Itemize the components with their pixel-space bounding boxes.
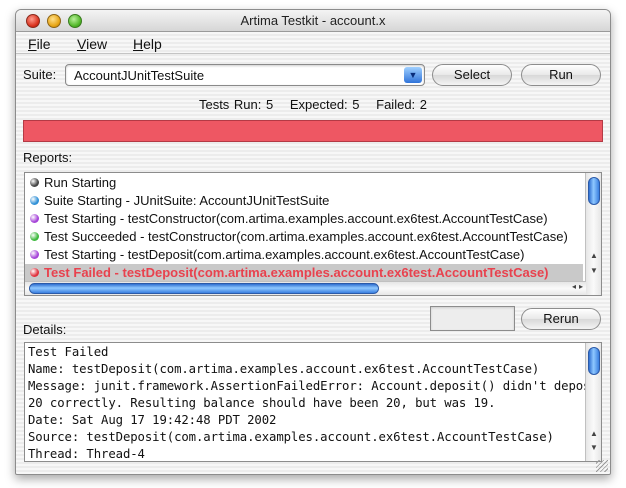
report-row-text: Test Succeeded - testConstructor(com.art… <box>44 229 568 244</box>
scroll-down-arrow-icon[interactable]: ▼ <box>586 443 601 452</box>
run-button[interactable]: Run <box>521 64 601 86</box>
details-vertical-scroll-thumb[interactable] <box>588 347 600 375</box>
test-stats: Tests Run: 5 Expected: 5 Failed: 2 <box>16 97 610 112</box>
tests-run-count: Tests Run: 5 <box>198 97 274 112</box>
chevron-down-icon[interactable]: ▼ <box>404 67 422 83</box>
status-dot-icon <box>30 268 39 277</box>
select-button[interactable]: Select <box>432 64 512 86</box>
status-box <box>430 306 515 331</box>
reports-vertical-scrollbar[interactable]: ▲ ▼ <box>585 173 601 295</box>
title-bar[interactable]: Artima Testkit - account.x <box>16 10 610 32</box>
report-row-text: Suite Starting - JUnitSuite: AccountJUni… <box>44 193 330 208</box>
report-row[interactable]: Test Succeeded - testConstructor(com.art… <box>25 228 583 246</box>
status-dot-icon <box>30 250 39 259</box>
scroll-up-arrow-icon[interactable]: ▲ <box>586 251 601 260</box>
scroll-left-right-arrows-icon[interactable]: ◂▸ <box>572 282 586 291</box>
details-vertical-scrollbar[interactable]: ▲ ▼ <box>585 343 601 461</box>
status-dot-icon <box>30 178 39 187</box>
status-dot-icon <box>30 232 39 241</box>
reports-vertical-scroll-thumb[interactable] <box>588 177 600 205</box>
report-row-text: Run Starting <box>44 175 117 190</box>
suite-select-value: AccountJUnitTestSuite <box>74 68 205 83</box>
status-dot-icon <box>30 196 39 205</box>
detail-line: Thread: Thread-4 <box>28 447 145 461</box>
scroll-up-arrow-icon[interactable]: ▲ <box>586 429 601 438</box>
suite-select[interactable]: AccountJUnitTestSuite ▼ <box>65 64 425 86</box>
reports-label: Reports: <box>23 150 73 165</box>
details-text-area[interactable]: Test Failed Name: testDeposit(com.artima.… <box>24 342 602 462</box>
report-row[interactable]: Test Failed - testDeposit(com.artima.exa… <box>25 264 583 282</box>
menu-view[interactable]: View <box>77 36 107 52</box>
report-row[interactable]: Test Starting - testConstructor(com.arti… <box>25 210 583 228</box>
progress-bar <box>23 120 603 142</box>
report-row-text: Test Failed - testDeposit(com.artima.exa… <box>44 265 549 280</box>
detail-line: Source: testDeposit(com.artima.examples.… <box>28 430 554 444</box>
detail-line: Name: testDeposit(com.artima.examples.ac… <box>28 362 540 376</box>
menu-bar: File View Help <box>16 34 610 54</box>
details-label: Details: <box>23 322 67 337</box>
menu-help[interactable]: Help <box>133 36 162 52</box>
reports-list[interactable]: Run Starting Suite Starting - JUnitSuite:… <box>24 172 602 296</box>
expected-count: Expected: 5 <box>289 97 360 112</box>
window-title: Artima Testkit - account.x <box>240 13 386 28</box>
report-row[interactable]: Run Starting <box>25 174 583 192</box>
resize-grip-icon[interactable] <box>596 460 608 472</box>
scroll-down-arrow-icon[interactable]: ▼ <box>586 266 601 275</box>
detail-line: Message: junit.framework.AssertionFailed… <box>28 379 602 393</box>
reports-horizontal-scrollbar[interactable]: ◂▸ <box>25 281 586 295</box>
report-row[interactable]: Suite Starting - JUnitSuite: AccountJUni… <box>25 192 583 210</box>
testkit-window: Artima Testkit - account.x File View Hel… <box>15 9 611 475</box>
report-row[interactable]: Test Starting - testDeposit(com.artima.e… <box>25 246 583 264</box>
status-dot-icon <box>30 214 39 223</box>
detail-line: Test Failed <box>28 345 109 359</box>
report-row-text: Test Starting - testConstructor(com.arti… <box>44 211 548 226</box>
detail-line: Date: Sat Aug 17 19:42:48 PDT 2002 <box>28 413 277 427</box>
suite-label: Suite: <box>23 67 57 82</box>
menu-file[interactable]: File <box>28 36 51 52</box>
report-row-text: Test Starting - testDeposit(com.artima.e… <box>44 247 525 262</box>
rerun-button[interactable]: Rerun <box>521 308 601 330</box>
reports-horizontal-scroll-thumb[interactable] <box>29 283 379 294</box>
detail-line: 20 correctly. Resulting balance should h… <box>28 396 496 410</box>
failed-count: Failed: 2 <box>376 97 428 112</box>
